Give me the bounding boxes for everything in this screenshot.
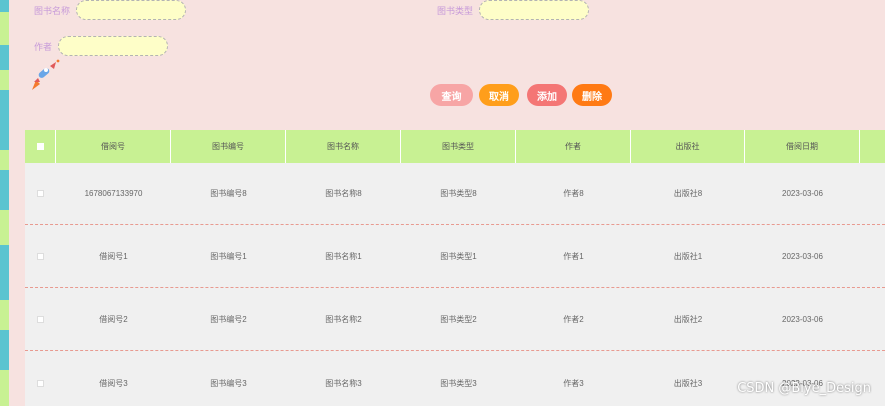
table-cell: 1678067133970 (84, 189, 143, 198)
select-all-checkbox[interactable] (36, 143, 44, 150)
table-cell: 出版社8 (673, 189, 703, 198)
author-input[interactable] (58, 36, 169, 56)
add-button[interactable]: 添加 (527, 84, 567, 106)
search-author: 作者 (34, 36, 169, 56)
row-checkbox[interactable] (37, 316, 44, 323)
table-cell: 图书名称3 (325, 378, 362, 388)
strip-segment (0, 170, 9, 210)
table-cell: 借阅号3 (99, 378, 128, 388)
table-cell: 图书名称1 (325, 252, 362, 261)
author-label: 作者 (34, 41, 53, 52)
table-cell: 2023-03-06 (782, 378, 823, 388)
table-cell: 图书类型8 (440, 189, 477, 198)
strip-segment (0, 90, 9, 150)
column-header[interactable]: 出版社 (631, 130, 745, 163)
table-cell: 2023-03-06 (782, 315, 823, 324)
row-select-cell (25, 226, 56, 287)
strip-segment (0, 245, 9, 300)
column-header[interactable]: 作者 (516, 130, 631, 163)
column-header[interactable]: 图书名称 (286, 130, 401, 163)
inner-edge (9, 0, 25, 406)
table-cell: 作者1 (563, 252, 584, 261)
table-cell: 借阅号2 (99, 315, 128, 324)
row-checkbox[interactable] (37, 379, 44, 387)
book-type-input[interactable] (479, 0, 590, 20)
row-checkbox[interactable] (37, 253, 44, 260)
table-cell: 2023-03-06 (782, 252, 823, 261)
table-cell: 出版社1 (673, 252, 703, 261)
table-cell: 图书类型1 (440, 252, 477, 261)
column-header[interactable]: 图书编号 (171, 130, 286, 163)
strip-segment (0, 0, 9, 12)
rocket-icon (32, 59, 60, 90)
table-cell: 图书编号1 (210, 252, 247, 261)
column-header[interactable]: 图书类型 (401, 130, 516, 163)
table-cell: 图书编号8 (210, 189, 247, 198)
table-row[interactable]: 1678067133970 图书编号8 图书名称8 图书类型8 作者8 出版社8… (25, 163, 885, 225)
strip-segment (0, 330, 9, 370)
table-row[interactable]: 借阅号1 图书编号1 图书名称1 图书类型1 作者1 出版社1 2023-03-… (25, 226, 885, 288)
query-button[interactable]: 查询 (430, 84, 473, 106)
column-header[interactable]: 借阅号 (56, 130, 171, 163)
select-all-cell (25, 130, 56, 163)
book-name-label: 图书名称 (34, 5, 71, 16)
table-cell: 出版社3 (673, 378, 703, 388)
table-cell: 借阅号1 (99, 252, 128, 261)
row-select-cell (25, 289, 56, 350)
search-book-name: 图书名称 (34, 0, 187, 20)
delete-button[interactable]: 删除 (572, 84, 612, 106)
table-cell: 图书类型2 (440, 315, 477, 324)
table-row[interactable]: 借阅号3 图书编号3 图书名称3 图书类型3 作者3 出版社3 2023-03-… (25, 352, 885, 406)
column-header-extra (860, 130, 885, 163)
book-type-label: 图书类型 (437, 5, 474, 16)
table-cell: 出版社2 (673, 315, 703, 324)
row-select-cell (25, 352, 56, 406)
search-book-type: 图书类型 (437, 0, 590, 20)
book-name-input[interactable] (76, 0, 187, 20)
table-row[interactable]: 借阅号2 图书编号2 图书名称2 图书类型2 作者2 出版社2 2023-03-… (25, 289, 885, 351)
table-cell: 作者3 (563, 378, 584, 388)
table-cell: 2023-03-06 (782, 189, 823, 198)
row-checkbox[interactable] (37, 190, 44, 197)
table-cell: 图书编号2 (210, 315, 247, 324)
left-strip (0, 0, 9, 406)
table-header: 借阅号 图书编号 图书名称 图书类型 作者 出版社 借阅日期 (25, 130, 885, 163)
table-cell: 作者8 (563, 189, 584, 198)
borrow-table: 借阅号 图书编号 图书名称 图书类型 作者 出版社 借阅日期 167806713… (25, 130, 885, 406)
row-select-cell (25, 163, 56, 224)
table-cell: 图书名称2 (325, 315, 362, 324)
table-cell: 作者2 (563, 315, 584, 324)
table-cell: 图书编号3 (210, 378, 247, 388)
strip-segment (0, 45, 9, 70)
table-cell: 图书名称8 (325, 189, 362, 198)
table-cell: 图书类型3 (440, 378, 477, 388)
cancel-button[interactable]: 取消 (479, 84, 519, 106)
column-header[interactable]: 借阅日期 (745, 130, 860, 163)
watermark: CSDN @Biye_Design (737, 381, 871, 396)
